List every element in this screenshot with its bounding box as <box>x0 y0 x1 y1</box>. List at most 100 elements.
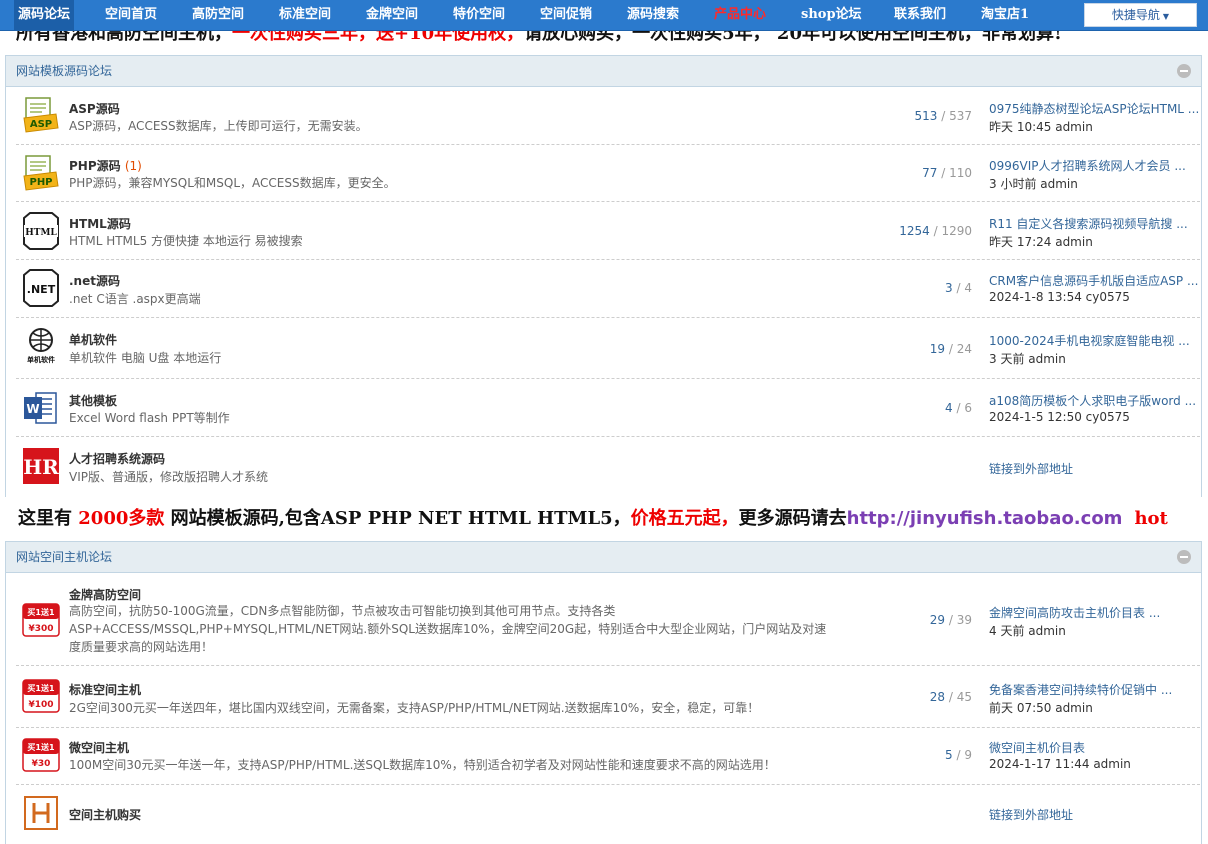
caret-down-icon: ▼ <box>1162 12 1170 21</box>
hot-badge: hot <box>1134 508 1168 529</box>
post-count: 110 <box>949 166 972 180</box>
forum-description: ASP源码，ACCESS数据库，上传即可运行，无需安装。 <box>69 119 368 133</box>
last-post-meta[interactable]: 昨天 10:45 admin <box>989 118 1093 135</box>
forum-name[interactable]: 人才招聘系统源码 <box>69 450 165 467</box>
forum-name[interactable]: PHP源码 (1) <box>69 157 142 174</box>
nav-item-standard[interactable]: 标准空间 <box>279 0 331 30</box>
buy1get1-icon: 买1送1 ¥30 <box>22 738 60 772</box>
last-post-meta[interactable]: 3 天前 admin <box>989 350 1066 367</box>
last-post-meta[interactable]: 2024-1-17 11:44 admin <box>989 757 1131 771</box>
forum-name[interactable]: 其他模板 <box>69 392 117 409</box>
badge-price: ¥300 <box>28 624 53 634</box>
forum-stats: 29 / 39 <box>929 613 972 627</box>
forum-description: HTML HTML5 方便快捷 本地运行 易被搜索 <box>69 234 303 248</box>
banner-text: 这里有 <box>18 508 79 529</box>
taobao-link[interactable]: http://jinyufish.taobao.com <box>847 508 1123 529</box>
nav-item-source-search[interactable]: 源码搜索 <box>627 0 679 30</box>
last-post-link[interactable]: 微空间主机价目表 <box>989 739 1199 756</box>
forum-name[interactable]: 单机软件 <box>69 331 117 348</box>
quick-nav-label: 快捷导航 <box>1111 8 1160 22</box>
nav-item-special[interactable]: 特价空间 <box>453 0 505 30</box>
last-post-meta[interactable]: 前天 07:50 admin <box>989 699 1093 716</box>
thread-count: 513 <box>914 109 938 123</box>
quick-nav-dropdown[interactable]: 快捷导航 ▼ <box>1084 3 1197 27</box>
badge-price: ¥100 <box>28 700 53 710</box>
last-post-link[interactable]: CRM客户信息源码手机版自适应ASP ... <box>989 272 1199 289</box>
nav-item-contact[interactable]: 联系我们 <box>894 0 946 30</box>
collapse-icon[interactable] <box>1177 550 1191 564</box>
last-post-meta[interactable]: 2024-1-8 13:54 cy0575 <box>989 290 1130 304</box>
net-icon: .NET <box>23 269 59 307</box>
thread-count: 77 <box>922 166 938 180</box>
last-post-meta[interactable]: 2024-1-5 12:50 cy0575 <box>989 410 1130 424</box>
section-header-source-forum: 网站模板源码论坛 <box>5 55 1202 87</box>
nav-item-space-home[interactable]: 空间首页 <box>105 0 157 30</box>
svg-text:HR: HR <box>23 455 59 479</box>
forum-stats: 77 / 110 <box>922 166 972 180</box>
forum-description: 高防空间，抗防50-100G流量，CDN多点智能防御，节点被攻击可智能切换到其他… <box>69 604 827 654</box>
forum-row: W 其他模板 Excel Word flash PPT等制作 4 / 6 a10… <box>16 379 1200 437</box>
collapse-icon[interactable] <box>1177 64 1191 78</box>
forum-description: Excel Word flash PPT等制作 <box>69 411 230 425</box>
last-post-link[interactable]: 0996VIP人才招聘系统网人才会员 ... <box>989 157 1199 174</box>
last-post-link[interactable]: R11 自定义各搜索源码视频导航搜 ... <box>989 215 1199 232</box>
promo-banner-middle: 这里有 2000多款 网站模板源码,包含ASP PHP NET HTML HTM… <box>18 505 1168 533</box>
last-post-link[interactable]: 金牌空间高防攻击主机价目表 ... <box>989 604 1199 621</box>
banner-text: 网站模板源码,包含ASP PHP NET HTML HTML5， <box>164 508 631 529</box>
forum-row: PHP PHP源码 (1) PHP源码，兼容MYSQL和MSQL，ACCESS数… <box>16 145 1200 202</box>
post-count: 6 <box>964 401 972 415</box>
last-post-meta[interactable]: 4 天前 admin <box>989 622 1066 639</box>
nav-item-highdefense[interactable]: 高防空间 <box>192 0 244 30</box>
hr-icon: HR <box>23 448 59 484</box>
forum-description: 单机软件 电脑 U盘 本地运行 <box>69 351 222 365</box>
forum-stats: 3 / 4 <box>945 281 972 295</box>
forum-name[interactable]: 标准空间主机 <box>69 681 141 698</box>
section-header-hosting-forum: 网站空间主机论坛 <box>5 541 1202 573</box>
nav-item-gold[interactable]: 金牌空间 <box>366 0 418 30</box>
thread-count: 29 <box>929 613 946 627</box>
forum-name[interactable]: .net源码 <box>69 272 120 289</box>
forum-name-text: PHP源码 <box>69 159 121 173</box>
svg-text:ASP: ASP <box>30 119 52 130</box>
nav-item-taobao[interactable]: 淘宝店1 <box>981 0 1029 30</box>
nav-item-forum[interactable]: 源码论坛 <box>14 0 75 30</box>
thread-count: 5 <box>945 748 953 762</box>
badge-price: ¥30 <box>32 759 51 769</box>
forum-description: 2G空间300元买一年送四年，堪比国内双线空间，无需备案，支持ASP/PHP/H… <box>69 701 760 715</box>
forum-row: HTML HTML源码 HTML HTML5 方便快捷 本地运行 易被搜索 12… <box>16 202 1200 260</box>
thread-count: 4 <box>945 401 953 415</box>
forum-stats: 5 / 9 <box>945 748 972 762</box>
nav-item-products[interactable]: 产品中心 <box>714 0 766 30</box>
forum-row: HR 人才招聘系统源码 VIP版、普通版，修改版招聘人才系统 链接到外部地址 <box>16 437 1200 495</box>
badge-text: 买1送1 <box>27 742 55 752</box>
last-post-link[interactable]: 1000-2024手机电视家庭智能电视 ... <box>989 332 1199 349</box>
nav-item-shop-forum[interactable]: shop论坛 <box>801 0 862 30</box>
forum-name[interactable]: HTML源码 <box>69 215 131 232</box>
section-title[interactable]: 网站模板源码论坛 <box>16 64 112 78</box>
forum-name[interactable]: 空间主机购买 <box>69 806 141 823</box>
svg-text:HTML: HTML <box>25 228 57 238</box>
external-link[interactable]: 链接到外部地址 <box>989 460 1073 477</box>
last-post-link[interactable]: a108简历模板个人求职电子版word ... <box>989 392 1199 409</box>
forum-name[interactable]: 金牌高防空间 <box>69 586 141 603</box>
section-body-hosting-forum: 买1送1 ¥300 金牌高防空间 高防空间，抗防50-100G流量，CDN多点智… <box>5 573 1202 844</box>
post-count: 45 <box>956 690 972 704</box>
forum-name[interactable]: ASP源码 <box>69 100 120 117</box>
h-letter-icon <box>24 796 58 830</box>
section-body-source-forum: ASP ASP源码 ASP源码，ACCESS数据库，上传即可运行，无需安装。 5… <box>5 87 1202 497</box>
post-count: 9 <box>964 748 972 762</box>
external-link[interactable]: 链接到外部地址 <box>989 806 1073 823</box>
forum-row: .NET .net源码 .net C语言 .aspx更高端 3 / 4 CRM客… <box>16 260 1200 318</box>
thread-count: 1254 <box>899 224 930 238</box>
forum-name[interactable]: 微空间主机 <box>69 739 129 756</box>
last-post-link[interactable]: 0975纯静态树型论坛ASP论坛HTML ... <box>989 100 1199 117</box>
thread-count: 19 <box>929 342 946 356</box>
asp-icon: ASP <box>23 97 59 133</box>
forum-row: 买1送1 ¥300 金牌高防空间 高防空间，抗防50-100G流量，CDN多点智… <box>16 573 1200 666</box>
forum-description: 100M空间30元买一年送一年，支持ASP/PHP/HTML.送SQL数据库10… <box>69 758 776 772</box>
section-title[interactable]: 网站空间主机论坛 <box>16 550 112 564</box>
last-post-meta[interactable]: 3 小时前 admin <box>989 175 1078 192</box>
last-post-meta[interactable]: 昨天 17:24 admin <box>989 233 1093 250</box>
last-post-link[interactable]: 免备案香港空间持续特价促销中 ... <box>989 681 1199 698</box>
nav-item-promo[interactable]: 空间促销 <box>540 0 592 30</box>
